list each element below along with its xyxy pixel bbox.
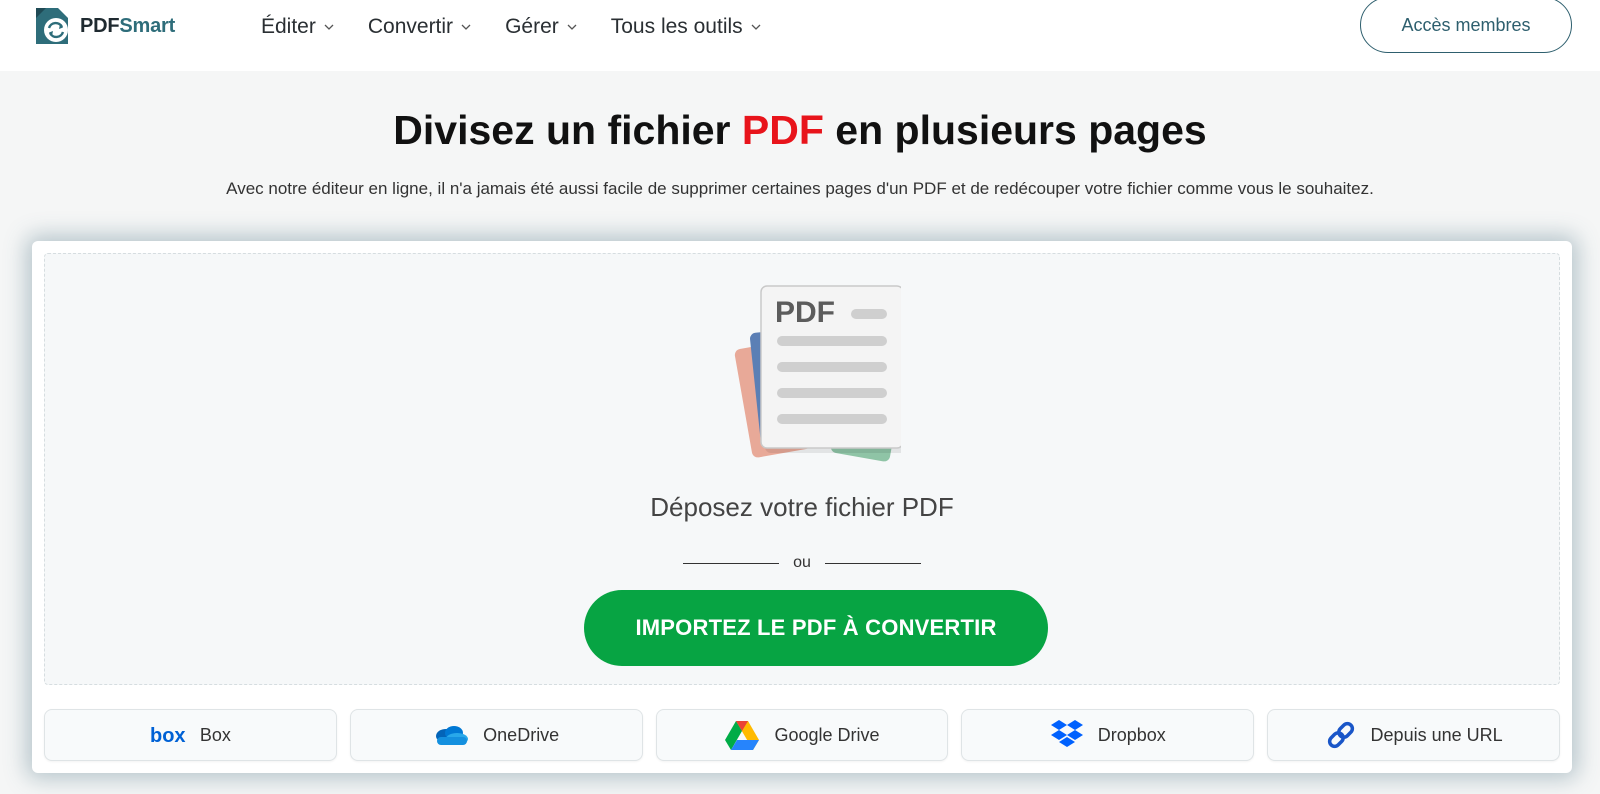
link-icon — [1327, 721, 1354, 749]
logo[interactable]: PDFSmart — [32, 6, 175, 46]
source-google-drive-button[interactable]: Google Drive — [655, 709, 949, 761]
logo-icon — [36, 8, 68, 44]
main-nav: Éditer Convertir Gérer Tous les outils — [261, 15, 761, 39]
chevron-down-icon — [324, 24, 334, 30]
dropbox-icon — [1050, 720, 1083, 747]
divider-line — [824, 562, 921, 564]
source-url-button[interactable]: Depuis une URL — [1267, 709, 1560, 761]
upload-card: PDF Déposez votre fichier PDF ou IMPORTE… — [32, 241, 1572, 773]
cloud-sources: box Box OneDrive Google Drive Dropbox De… — [44, 709, 1560, 761]
page-title: Divisez un fichier PDF en plusieurs page… — [393, 107, 1207, 153]
nav-item-tous-les-outils[interactable]: Tous les outils — [611, 15, 761, 39]
chevron-down-icon — [567, 24, 577, 30]
logo-text: PDFSmart — [80, 14, 176, 37]
google-drive-icon — [725, 721, 760, 750]
svg-text:box: box — [150, 725, 186, 746]
chevron-down-icon — [461, 24, 471, 30]
or-divider: ou — [45, 554, 1559, 572]
source-onedrive-button[interactable]: OneDrive — [349, 709, 643, 761]
onedrive-icon — [436, 726, 469, 745]
import-pdf-button[interactable]: IMPORTEZ LE PDF À CONVERTIR — [584, 590, 1048, 666]
pdf-label: PDF — [775, 296, 835, 329]
pdf-document-icon: PDF — [734, 285, 901, 462]
box-icon: box — [150, 725, 186, 746]
source-box-button[interactable]: box Box — [44, 709, 337, 761]
page-subtitle: Avec notre éditeur en ligne, il n'a jama… — [226, 179, 1374, 198]
chevron-down-icon — [751, 24, 761, 30]
member-access-button[interactable]: Accès membres — [1360, 0, 1572, 53]
file-dropzone[interactable]: PDF Déposez votre fichier PDF ou IMPORTE… — [44, 253, 1560, 685]
nav-item-convertir[interactable]: Convertir — [368, 15, 471, 39]
nav-item-editer[interactable]: Éditer — [261, 15, 334, 39]
header: PDFSmart Éditer Convertir Gérer Tous les… — [0, 0, 1600, 71]
drop-instruction: Déposez votre fichier PDF — [650, 492, 954, 522]
divider-line — [683, 562, 780, 564]
source-dropbox-button[interactable]: Dropbox — [961, 709, 1255, 761]
nav-item-gerer[interactable]: Gérer — [505, 15, 577, 39]
